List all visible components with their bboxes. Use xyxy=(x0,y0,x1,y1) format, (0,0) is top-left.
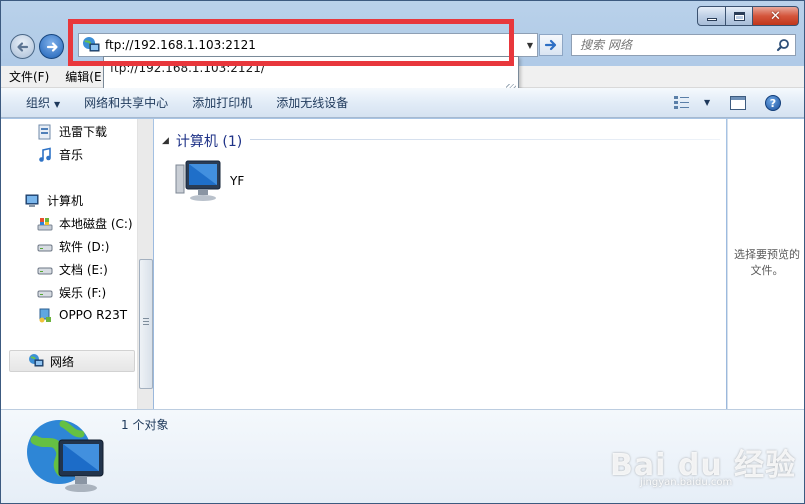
organize-button[interactable]: 组织 ▼ xyxy=(26,94,60,111)
close-button[interactable]: ✕ xyxy=(753,6,799,26)
network-computer-icon xyxy=(175,160,221,201)
nav-item-xunlei[interactable]: 迅雷下载 xyxy=(37,123,107,140)
item-label: YF xyxy=(230,174,245,188)
maximize-icon xyxy=(733,11,745,21)
nav-item-drive-e[interactable]: 文档 (E:) xyxy=(37,261,108,278)
drive-icon xyxy=(37,244,53,251)
list-item[interactable]: YF xyxy=(174,159,244,203)
network-center-button[interactable]: 网络和共享中心 xyxy=(84,94,168,111)
phone-device-icon xyxy=(39,308,51,323)
nav-label: 本地磁盘 (C:) xyxy=(59,217,133,231)
computer-icon xyxy=(25,194,39,207)
search-box[interactable] xyxy=(571,34,796,56)
network-large-icon xyxy=(27,420,104,492)
search-icon[interactable] xyxy=(776,38,790,52)
nav-label: 网络 xyxy=(50,354,75,369)
minimize-icon xyxy=(706,17,717,21)
add-wireless-button[interactable]: 添加无线设备 xyxy=(276,94,348,111)
network-icon xyxy=(29,354,44,367)
nav-item-oppo[interactable]: OPPO R23T xyxy=(37,307,127,323)
drive-icon xyxy=(37,290,53,297)
nav-label: 软件 (D:) xyxy=(59,240,110,254)
nav-label: OPPO R23T xyxy=(59,308,128,322)
nav-item-music[interactable]: 音乐 xyxy=(37,146,83,163)
forward-button[interactable] xyxy=(39,34,64,59)
address-highlight-box xyxy=(68,19,514,66)
view-options-icon xyxy=(674,96,689,109)
file-list: ◢ 计算机 (1) YF xyxy=(154,119,726,409)
address-dropdown-icon[interactable]: ▼ xyxy=(527,41,533,50)
view-chevron-down-icon: ▼ xyxy=(704,97,711,107)
preview-pane: 选择要预览的文件。 xyxy=(727,119,804,409)
item-count: 1 个对象 xyxy=(121,418,169,432)
watermark-url: jingyan.baidu.com xyxy=(640,477,733,488)
nav-item-network[interactable]: 网络 xyxy=(9,350,135,372)
navigation-pane: 迅雷下载 音乐 计算机 本地磁盘 (C:) 软件 (D:) 文档 (E:) 娱乐… xyxy=(1,119,153,409)
go-button[interactable] xyxy=(539,34,563,56)
menu-file[interactable]: 文件(F) xyxy=(1,68,57,85)
minimize-button[interactable] xyxy=(697,6,726,26)
arrow-left-icon xyxy=(16,41,28,52)
maximize-button[interactable] xyxy=(726,6,753,26)
add-printer-button[interactable]: 添加打印机 xyxy=(192,94,252,111)
menu-edit[interactable]: 编辑(E xyxy=(57,68,109,85)
help-icon[interactable]: ? xyxy=(765,95,781,111)
caption-buttons: ✕ xyxy=(697,6,799,26)
download-folder-icon xyxy=(38,124,51,139)
scrollbar-thumb[interactable] xyxy=(139,259,153,389)
nav-label: 娱乐 (F:) xyxy=(59,286,107,300)
group-divider xyxy=(250,139,720,140)
nav-label: 迅雷下载 xyxy=(59,125,108,139)
change-view-button[interactable]: ▼ xyxy=(674,95,710,109)
nav-item-drive-f[interactable]: 娱乐 (F:) xyxy=(37,284,106,301)
preview-pane-toggle-icon[interactable] xyxy=(730,96,746,110)
close-icon: ✕ xyxy=(770,8,781,24)
nav-label: 音乐 xyxy=(59,148,84,162)
preview-message: 选择要预览的文件。 xyxy=(734,248,800,277)
arrow-right-icon xyxy=(46,41,58,52)
nav-scrollbar[interactable] xyxy=(137,119,153,409)
back-button[interactable] xyxy=(10,34,35,59)
drive-icon xyxy=(37,267,53,274)
collapse-triangle-icon[interactable]: ◢ xyxy=(162,136,169,146)
nav-item-drive-d[interactable]: 软件 (D:) xyxy=(37,238,109,255)
chevron-down-icon: ▼ xyxy=(54,100,61,109)
group-header-computers[interactable]: ◢ 计算机 (1) xyxy=(162,131,242,151)
nav-item-computer[interactable]: 计算机 xyxy=(25,192,83,209)
music-icon xyxy=(39,147,51,162)
grip-icon xyxy=(143,318,149,325)
system-drive-icon xyxy=(37,217,53,230)
nav-item-drive-c[interactable]: 本地磁盘 (C:) xyxy=(37,215,133,232)
group-title: 计算机 (1) xyxy=(175,134,243,150)
nav-label: 文档 (E:) xyxy=(59,263,108,277)
search-input[interactable] xyxy=(580,38,770,52)
go-arrow-icon xyxy=(544,39,557,51)
nav-label: 计算机 xyxy=(47,194,84,208)
organize-label: 组织 xyxy=(26,96,51,110)
